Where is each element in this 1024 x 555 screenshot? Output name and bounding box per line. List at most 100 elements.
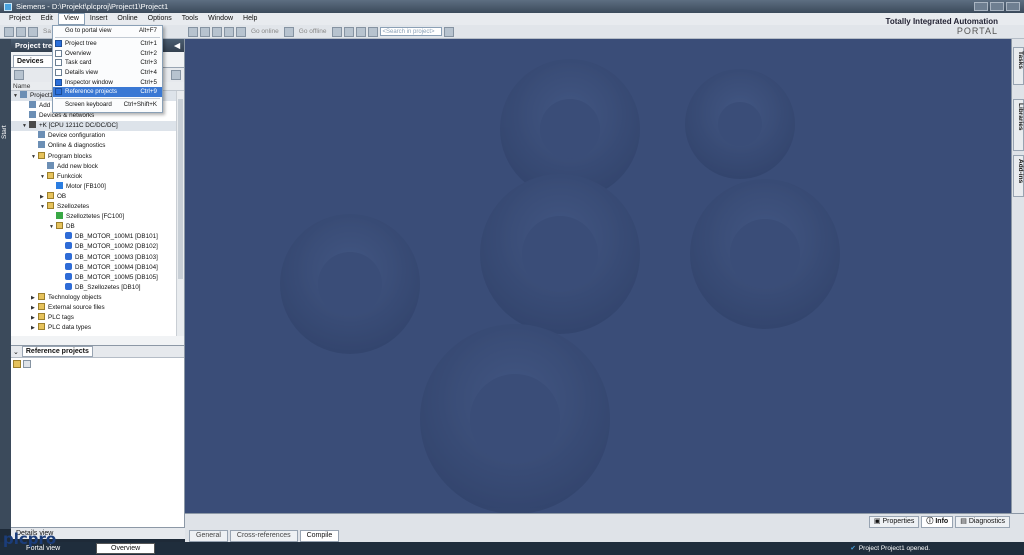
expand-toggle-icon[interactable]: ▼ <box>22 121 29 131</box>
expand-toggle-icon[interactable]: ▼ <box>49 222 56 232</box>
go-online-button[interactable]: Go online <box>251 28 279 35</box>
close-reference-project-icon[interactable] <box>23 360 31 368</box>
menu-view[interactable]: View <box>57 13 85 25</box>
save-project-icon[interactable] <box>28 26 38 37</box>
go-online-icon[interactable] <box>235 26 246 37</box>
tree-node[interactable]: DB_MOTOR_100M5 [DB105] <box>11 272 184 283</box>
overview-button[interactable]: Overview <box>96 543 156 554</box>
menu-tools[interactable]: Tools <box>177 14 203 24</box>
tree-node[interactable]: ▶ OB <box>11 191 184 202</box>
menu-online[interactable]: Online <box>112 14 142 24</box>
tree-node[interactable]: ▼ DB <box>11 222 184 232</box>
cross-references-tab[interactable]: Cross-references <box>229 530 298 542</box>
chevron-down-icon[interactable]: ⌄ <box>13 348 19 356</box>
menu-help[interactable]: Help <box>238 14 262 24</box>
expand-toggle-icon[interactable]: ▶ <box>40 192 47 202</box>
reference-projects-tab[interactable]: Reference projects <box>21 346 93 357</box>
reference-projects-header: ⌄ Reference projects <box>11 346 184 358</box>
info-tab[interactable]: ⓘ Info <box>921 516 954 528</box>
view-menu-item[interactable]: Go to portal view Alt+F7 <box>53 26 162 36</box>
menu-bar: Project Edit View Insert Online Options … <box>0 13 1024 25</box>
start-tab[interactable]: Start <box>1 125 8 139</box>
libraries-tab[interactable]: Libraries <box>1013 99 1024 151</box>
tree-node[interactable]: ▼ +K [CPU 1211C DC/DC/DC] <box>11 121 184 132</box>
tree-node[interactable]: ▼ Program blocks <box>11 151 184 162</box>
menu-window[interactable]: Window <box>203 14 238 24</box>
search-icon[interactable] <box>443 26 454 37</box>
download-icon[interactable] <box>199 26 210 37</box>
tree-node[interactable]: Szelloztetes [FC100] <box>11 212 184 222</box>
tree-node[interactable]: ▶ PLC data types <box>11 323 184 333</box>
go-offline-button[interactable]: Go offline <box>299 28 327 35</box>
grid-view-icon[interactable] <box>14 70 24 80</box>
expand-toggle-icon[interactable]: ▶ <box>31 313 38 323</box>
checkbox-icon <box>55 101 62 108</box>
view-menu-item[interactable]: Screen keyboard Ctrl+Shift+K <box>53 100 162 110</box>
view-menu-item[interactable]: Inspector window Ctrl+5 <box>53 77 162 87</box>
expand-toggle-icon[interactable]: ▼ <box>40 172 47 182</box>
tasks-tab[interactable]: Tasks <box>1013 47 1024 85</box>
tree-scrollbar[interactable] <box>176 91 184 336</box>
compile-tab[interactable]: Compile <box>299 530 340 542</box>
tree-node[interactable]: Add new block <box>11 161 184 172</box>
tree-node[interactable]: DB_MOTOR_100M1 [DB101] <box>11 232 184 242</box>
tree-node[interactable]: DB_Szellozetes [DB10] <box>11 282 184 293</box>
gen-icon <box>38 131 45 139</box>
accessible-devices-icon[interactable] <box>331 26 342 37</box>
upload-icon[interactable] <box>211 26 222 37</box>
tree-node[interactable]: ▶ PLC tags <box>11 313 184 323</box>
new-project-icon[interactable] <box>4 26 14 37</box>
tia-portal-brand: Totally Integrated Automation PORTAL <box>886 17 998 36</box>
view-menu-item[interactable]: Project tree Ctrl+1 <box>53 39 162 49</box>
tree-node[interactable]: DB_MOTOR_100M3 [DB103] <box>11 252 184 263</box>
menu-project[interactable]: Project <box>4 14 36 24</box>
tree-node[interactable]: ▶ Technology objects <box>11 292 184 303</box>
minimize-button[interactable] <box>974 2 988 11</box>
open-project-icon[interactable] <box>16 26 26 37</box>
tree-node-label: Technology objects <box>48 293 102 301</box>
devices-tab[interactable]: Devices <box>13 55 53 67</box>
start-cpu-icon[interactable] <box>343 26 354 37</box>
view-menu-item[interactable]: Details view Ctrl+4 <box>53 68 162 78</box>
tree-node[interactable]: Online & diagnostics <box>11 141 184 151</box>
tree-node[interactable]: Motor [FB100] <box>11 181 184 192</box>
view-menu-item[interactable]: Reference projects Ctrl+9 <box>53 87 162 97</box>
simulation-icon[interactable] <box>223 26 234 37</box>
menu-edit[interactable]: Edit <box>36 14 58 24</box>
general-tab[interactable]: General <box>189 530 228 542</box>
add-ins-tab[interactable]: Add-ins <box>1013 155 1024 197</box>
view-menu-item[interactable]: Task card Ctrl+3 <box>53 58 162 68</box>
tree-node[interactable]: ▶ External source files <box>11 302 184 313</box>
view-menu-item[interactable]: Overview Ctrl+2 <box>53 48 162 58</box>
folder-icon <box>56 222 63 230</box>
tree-node[interactable]: Device configuration <box>11 131 184 141</box>
close-button[interactable] <box>1006 2 1020 11</box>
scrollbar-thumb[interactable] <box>178 99 183 279</box>
folder-icon <box>47 191 54 199</box>
tree-node[interactable]: ▼ Szellozetes <box>11 202 184 212</box>
diagnostics-tab[interactable]: ▤ Diagnostics <box>955 516 1010 528</box>
brand-line-1: Totally Integrated Automation <box>885 17 998 26</box>
expand-toggle-icon[interactable]: ▼ <box>40 202 47 212</box>
go-offline-icon[interactable] <box>283 26 294 37</box>
expand-toggle-icon[interactable]: ▶ <box>31 323 38 333</box>
sync-icon[interactable] <box>171 70 181 80</box>
menu-options[interactable]: Options <box>143 14 177 24</box>
collapse-arrow-icon[interactable]: ◀ <box>174 39 180 52</box>
expand-toggle-icon[interactable]: ▼ <box>31 152 38 162</box>
expand-toggle-icon[interactable]: ▼ <box>13 91 20 101</box>
split-editor-icon[interactable] <box>367 26 378 37</box>
maximize-button[interactable] <box>990 2 1004 11</box>
tree-node[interactable]: DB_MOTOR_100M4 [DB104] <box>11 262 184 273</box>
close-icon[interactable] <box>355 26 366 37</box>
properties-tab[interactable]: ▣ Properties <box>868 516 920 528</box>
menu-insert[interactable]: Insert <box>85 14 113 24</box>
expand-toggle-icon[interactable]: ▶ <box>31 293 38 303</box>
tree-node[interactable]: DB_MOTOR_100M2 [DB102] <box>11 242 184 252</box>
save-project-label[interactable]: Sa <box>43 28 51 35</box>
tree-node[interactable]: ▼ Funkciok <box>11 171 184 182</box>
open-reference-project-icon[interactable] <box>13 360 21 368</box>
expand-toggle-icon[interactable]: ▶ <box>31 303 38 313</box>
search-in-project-input[interactable]: <Search in project> <box>379 27 442 36</box>
compile-icon[interactable] <box>187 26 198 37</box>
